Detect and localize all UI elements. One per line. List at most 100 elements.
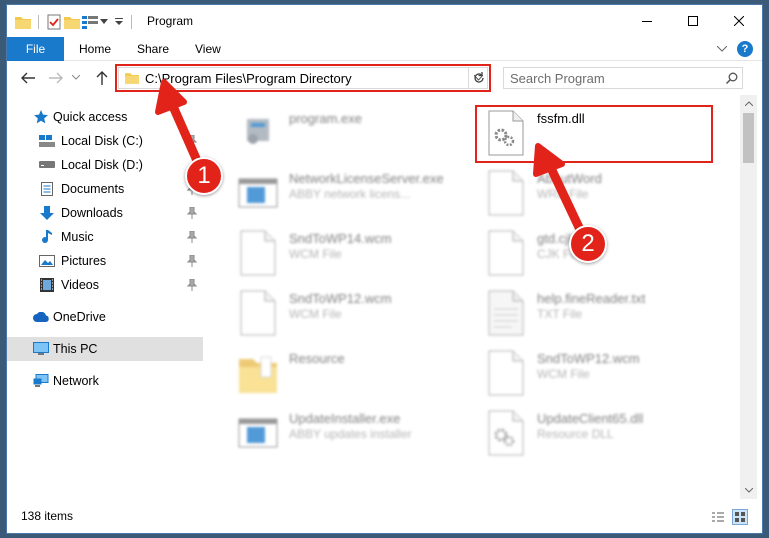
file-name: UpdateClient65.dll bbox=[537, 411, 644, 426]
minimize-icon bbox=[642, 21, 652, 22]
file-icon bbox=[240, 230, 276, 276]
file-name: program.exe bbox=[289, 111, 362, 126]
file-name: SndToWP12.wcm bbox=[537, 351, 640, 366]
up-button[interactable] bbox=[93, 69, 111, 87]
sidebar-item-label: Videos bbox=[61, 278, 99, 292]
downloads-icon bbox=[39, 205, 55, 221]
close-button[interactable] bbox=[716, 5, 762, 37]
large-icons-view-button[interactable] bbox=[732, 509, 748, 525]
exe-icon bbox=[247, 119, 269, 144]
view-options-icon[interactable] bbox=[82, 14, 98, 30]
scroll-up-button[interactable] bbox=[740, 95, 757, 112]
pin-icon[interactable] bbox=[187, 135, 197, 147]
file-item-sndtowp12-wcm-2[interactable]: SndToWP12.wcm WCM File bbox=[485, 345, 725, 401]
minimize-button[interactable] bbox=[624, 5, 670, 37]
search-box[interactable] bbox=[503, 67, 743, 89]
file-type: TXT File bbox=[537, 307, 583, 321]
file-item-networklicenseserver-exe[interactable]: NetworkLicenseServer.exe ABBY network li… bbox=[237, 165, 477, 221]
sidebar-item-network[interactable]: Network bbox=[7, 369, 203, 393]
large-icons-view-icon bbox=[735, 512, 745, 522]
sidebar-item-label: Documents bbox=[61, 182, 125, 196]
status-bar: 138 items bbox=[7, 499, 762, 533]
pin-icon[interactable] bbox=[187, 231, 197, 243]
sidebar-item-pictures[interactable]: Pictures bbox=[7, 249, 203, 273]
file-item-aboutword[interactable]: AboutWord WRD File bbox=[485, 165, 725, 221]
quick-access-toolbar bbox=[15, 13, 137, 31]
file-name: SndToWP14.wcm bbox=[289, 231, 392, 246]
file-item-gtd-cjk[interactable]: gtd.cjk CJK File bbox=[485, 225, 725, 281]
tab-file[interactable]: File bbox=[7, 37, 64, 61]
sidebar-item-music[interactable]: Music bbox=[7, 225, 203, 249]
step-badge-1: 1 bbox=[185, 157, 223, 195]
sidebar-item-label: Local Disk (C:) bbox=[61, 134, 143, 148]
maximize-button[interactable] bbox=[670, 5, 716, 37]
file-name: Resource bbox=[289, 351, 345, 366]
sidebar-item-this-pc[interactable]: This PC bbox=[7, 337, 203, 361]
details-view-icon bbox=[712, 512, 724, 522]
sidebar-item-label: OneDrive bbox=[53, 310, 106, 324]
step-badge-2: 2 bbox=[569, 225, 607, 263]
sidebar-item-quick-access[interactable]: Quick access bbox=[7, 105, 203, 129]
close-icon bbox=[734, 16, 744, 26]
back-button[interactable] bbox=[19, 69, 37, 87]
ribbon: File Home Share View ? bbox=[7, 37, 762, 61]
navigation-pane: Quick access Local Disk (C:) Local Disk … bbox=[7, 95, 203, 499]
title-bar: Program bbox=[7, 5, 762, 37]
tab-view[interactable]: View bbox=[195, 37, 221, 61]
drive-c-icon bbox=[39, 133, 55, 149]
folder-icon[interactable] bbox=[15, 14, 31, 30]
properties-icon[interactable] bbox=[46, 14, 62, 30]
pin-icon[interactable] bbox=[187, 207, 197, 219]
file-name: UpdateInstaller.exe bbox=[289, 411, 401, 426]
file-item-sndtowp14-wcm[interactable]: SndToWP14.wcm WCM File bbox=[237, 225, 477, 281]
recent-locations-button[interactable] bbox=[71, 69, 81, 87]
help-button[interactable]: ? bbox=[737, 41, 753, 57]
tab-home[interactable]: Home bbox=[79, 37, 111, 61]
drive-icon bbox=[39, 157, 55, 173]
address-highlight-box bbox=[115, 64, 491, 92]
sidebar-item-documents[interactable]: Documents bbox=[7, 177, 203, 201]
window-title: Program bbox=[147, 14, 194, 28]
file-type: ABBY network licens... bbox=[289, 187, 411, 201]
sidebar-item-videos[interactable]: Videos bbox=[7, 273, 203, 297]
chevron-down-icon[interactable] bbox=[100, 14, 108, 30]
sidebar-item-downloads[interactable]: Downloads bbox=[7, 201, 203, 225]
scrollbar-thumb[interactable] bbox=[743, 113, 754, 163]
arrow-right-icon bbox=[49, 72, 63, 84]
sidebar-item-label: Pictures bbox=[61, 254, 107, 268]
file-item-updateinstaller-exe[interactable]: UpdateInstaller.exe ABBY updates install… bbox=[237, 405, 477, 461]
chevron-down-icon bbox=[744, 488, 753, 493]
folder-icon bbox=[239, 356, 277, 393]
file-type: WCM File bbox=[289, 307, 342, 321]
vertical-scrollbar[interactable] bbox=[740, 95, 757, 499]
file-item-help-finereader-txt[interactable]: help.fineReader.txt TXT File bbox=[485, 285, 725, 341]
search-icon[interactable] bbox=[722, 68, 742, 88]
pin-icon[interactable] bbox=[187, 279, 197, 291]
file-icon bbox=[240, 290, 276, 336]
file-icon bbox=[488, 170, 524, 216]
chevron-down-icon bbox=[717, 46, 727, 52]
file-item-sndtowp12-wcm[interactable]: SndToWP12.wcm WCM File bbox=[237, 285, 477, 341]
sidebar-item-local-disk-d[interactable]: Local Disk (D:) bbox=[7, 153, 203, 177]
sidebar-item-local-disk-c[interactable]: Local Disk (C:) bbox=[7, 129, 203, 153]
expand-ribbon-button[interactable] bbox=[717, 37, 727, 61]
chevron-up-icon bbox=[744, 101, 753, 106]
customize-toolbar-icon[interactable] bbox=[114, 14, 124, 30]
app-window-icon bbox=[238, 178, 278, 208]
sidebar-item-onedrive[interactable]: OneDrive bbox=[7, 305, 203, 329]
forward-button[interactable] bbox=[47, 69, 65, 87]
scroll-down-button[interactable] bbox=[740, 482, 757, 499]
navigation-bar: C:\Program Files\Program Directory bbox=[7, 61, 762, 95]
new-folder-icon[interactable] bbox=[64, 14, 80, 30]
file-item-program-exe[interactable]: program.exe bbox=[237, 105, 477, 161]
details-view-button[interactable] bbox=[710, 509, 726, 525]
file-name: SndToWP12.wcm bbox=[289, 291, 392, 306]
sidebar-item-label: Quick access bbox=[53, 110, 128, 124]
pin-icon[interactable] bbox=[187, 255, 197, 267]
file-item-resource-folder[interactable]: Resource bbox=[237, 345, 477, 401]
file-type: ABBY updates installer bbox=[289, 427, 412, 441]
tab-share[interactable]: Share bbox=[137, 37, 169, 61]
search-input[interactable] bbox=[504, 68, 722, 88]
file-item-updateclient65-dll[interactable]: UpdateClient65.dll Resource DLL bbox=[485, 405, 725, 461]
sidebar-item-label: Network bbox=[53, 374, 99, 388]
